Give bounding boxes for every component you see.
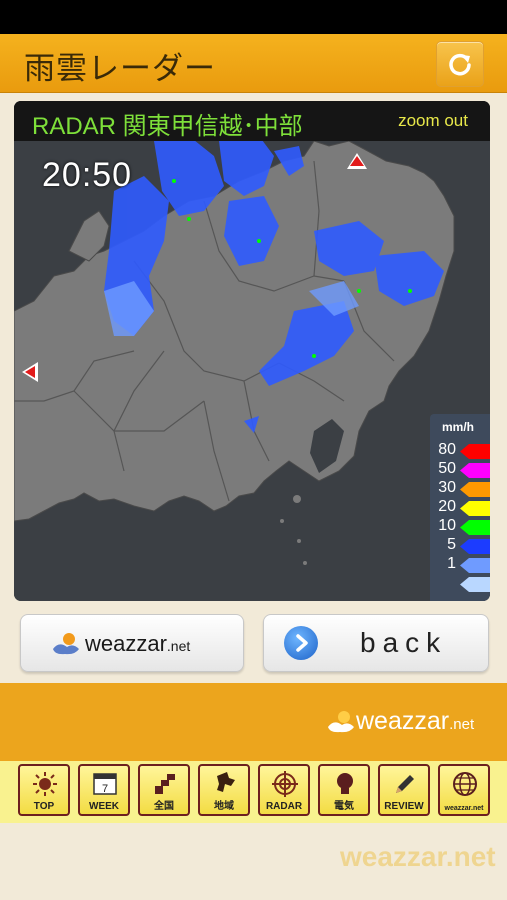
footer-logo: weazzar.net: [340, 841, 496, 872]
nav-week-label: WEEK: [89, 801, 119, 812]
legend-value: 20: [438, 498, 456, 515]
banner-logo-text: weazzar: [356, 707, 450, 735]
legend-value: 5: [447, 536, 456, 553]
region-icon: [217, 772, 235, 792]
nav-region-label: 地域: [214, 801, 234, 812]
nav-review[interactable]: REVIEW: [378, 764, 430, 816]
nav-top[interactable]: TOP: [18, 764, 70, 816]
pencil-icon: [396, 775, 414, 793]
reload-icon: [449, 53, 471, 76]
legend-value: 1: [447, 555, 456, 572]
sun-icon: [33, 772, 57, 796]
legend-row: 50: [430, 460, 490, 480]
nav-electric-label: 電気: [334, 801, 354, 812]
nationwide-icon: [155, 774, 175, 794]
nav-nationwide-label: 全国: [154, 801, 174, 812]
reload-button[interactable]: [436, 41, 484, 87]
ad-banner[interactable]: weazzar.net: [0, 683, 507, 761]
zoom-out-button[interactable]: zoom out: [398, 111, 468, 131]
legend-unit: mm/h: [442, 420, 475, 434]
radar-time: 20:50: [42, 156, 133, 194]
page-title: 雨雲レーダー: [24, 51, 216, 87]
weazzar-button[interactable]: weazzar.net: [20, 614, 244, 672]
legend-row: 5: [430, 536, 490, 556]
nav-electric[interactable]: 電気: [318, 764, 370, 816]
legend-swatch: [460, 463, 490, 478]
weazzar-logo-icon: [53, 633, 79, 655]
legend-row: 30: [430, 479, 490, 499]
legend-value: 80: [438, 441, 456, 458]
legend-swatch: [460, 501, 490, 516]
legend-row: 80: [430, 441, 490, 461]
legend-value: 50: [438, 460, 456, 477]
radar-title: RADAR 関東甲信越･中部: [32, 113, 303, 140]
legend-swatch: [460, 520, 490, 535]
legend-swatch: [460, 482, 490, 497]
radar-title-bar: RADAR 関東甲信越･中部 zoom out: [14, 101, 490, 141]
nav-nationwide[interactable]: 全国: [138, 764, 190, 816]
nav-weazzar[interactable]: weazzar.net: [438, 764, 490, 816]
status-bar: [0, 0, 507, 34]
nav-radar[interactable]: RADAR: [258, 764, 310, 816]
banner-logo-suffix: .net: [449, 716, 475, 733]
header-bar: 雨雲レーダー: [0, 34, 507, 93]
bottom-nav: TOP 7 WEEK 全国 地域 RADAR 電気 REVIEW weazzar…: [0, 761, 507, 823]
radar-panel: RADAR 関東甲信越･中部 zoom out 20:50 mm/h 80 50 3…: [0, 93, 507, 683]
nav-review-label: REVIEW: [384, 801, 424, 812]
back-label: back: [360, 627, 448, 658]
legend-value: 10: [438, 517, 456, 534]
radar-icon: [272, 771, 298, 797]
nav-week[interactable]: 7 WEEK: [78, 764, 130, 816]
nav-region[interactable]: 地域: [198, 764, 250, 816]
calendar-day: 7: [102, 783, 108, 795]
legend-value: 30: [438, 479, 456, 496]
legend-swatch: [460, 558, 490, 573]
legend-row: 1: [430, 555, 490, 575]
weazzar-button-suffix: .net: [166, 638, 191, 654]
legend-row: 10: [430, 517, 490, 537]
weazzar-banner-icon: [328, 711, 354, 733]
legend-row: [430, 574, 490, 594]
legend-row: 20: [430, 498, 490, 518]
nav-radar-label: RADAR: [265, 801, 303, 812]
lightbulb-icon: [337, 773, 353, 794]
nav-weazzar-label: weazzar.net: [444, 805, 484, 812]
legend-swatch: [460, 539, 490, 554]
calendar-icon: 7: [93, 773, 117, 795]
radar-map[interactable]: RADAR 関東甲信越･中部 zoom out 20:50 mm/h 80 50 3…: [14, 101, 490, 601]
rain-legend: mm/h 80 50 30 20 10 5 1: [430, 414, 490, 601]
globe-icon: [453, 772, 477, 796]
weazzar-button-label: weazzar: [85, 631, 167, 656]
legend-swatch: [460, 444, 490, 459]
back-arrow-icon: [284, 626, 318, 660]
back-button[interactable]: back: [263, 614, 489, 672]
nav-top-label: TOP: [33, 801, 55, 812]
legend-swatch: [460, 577, 490, 592]
